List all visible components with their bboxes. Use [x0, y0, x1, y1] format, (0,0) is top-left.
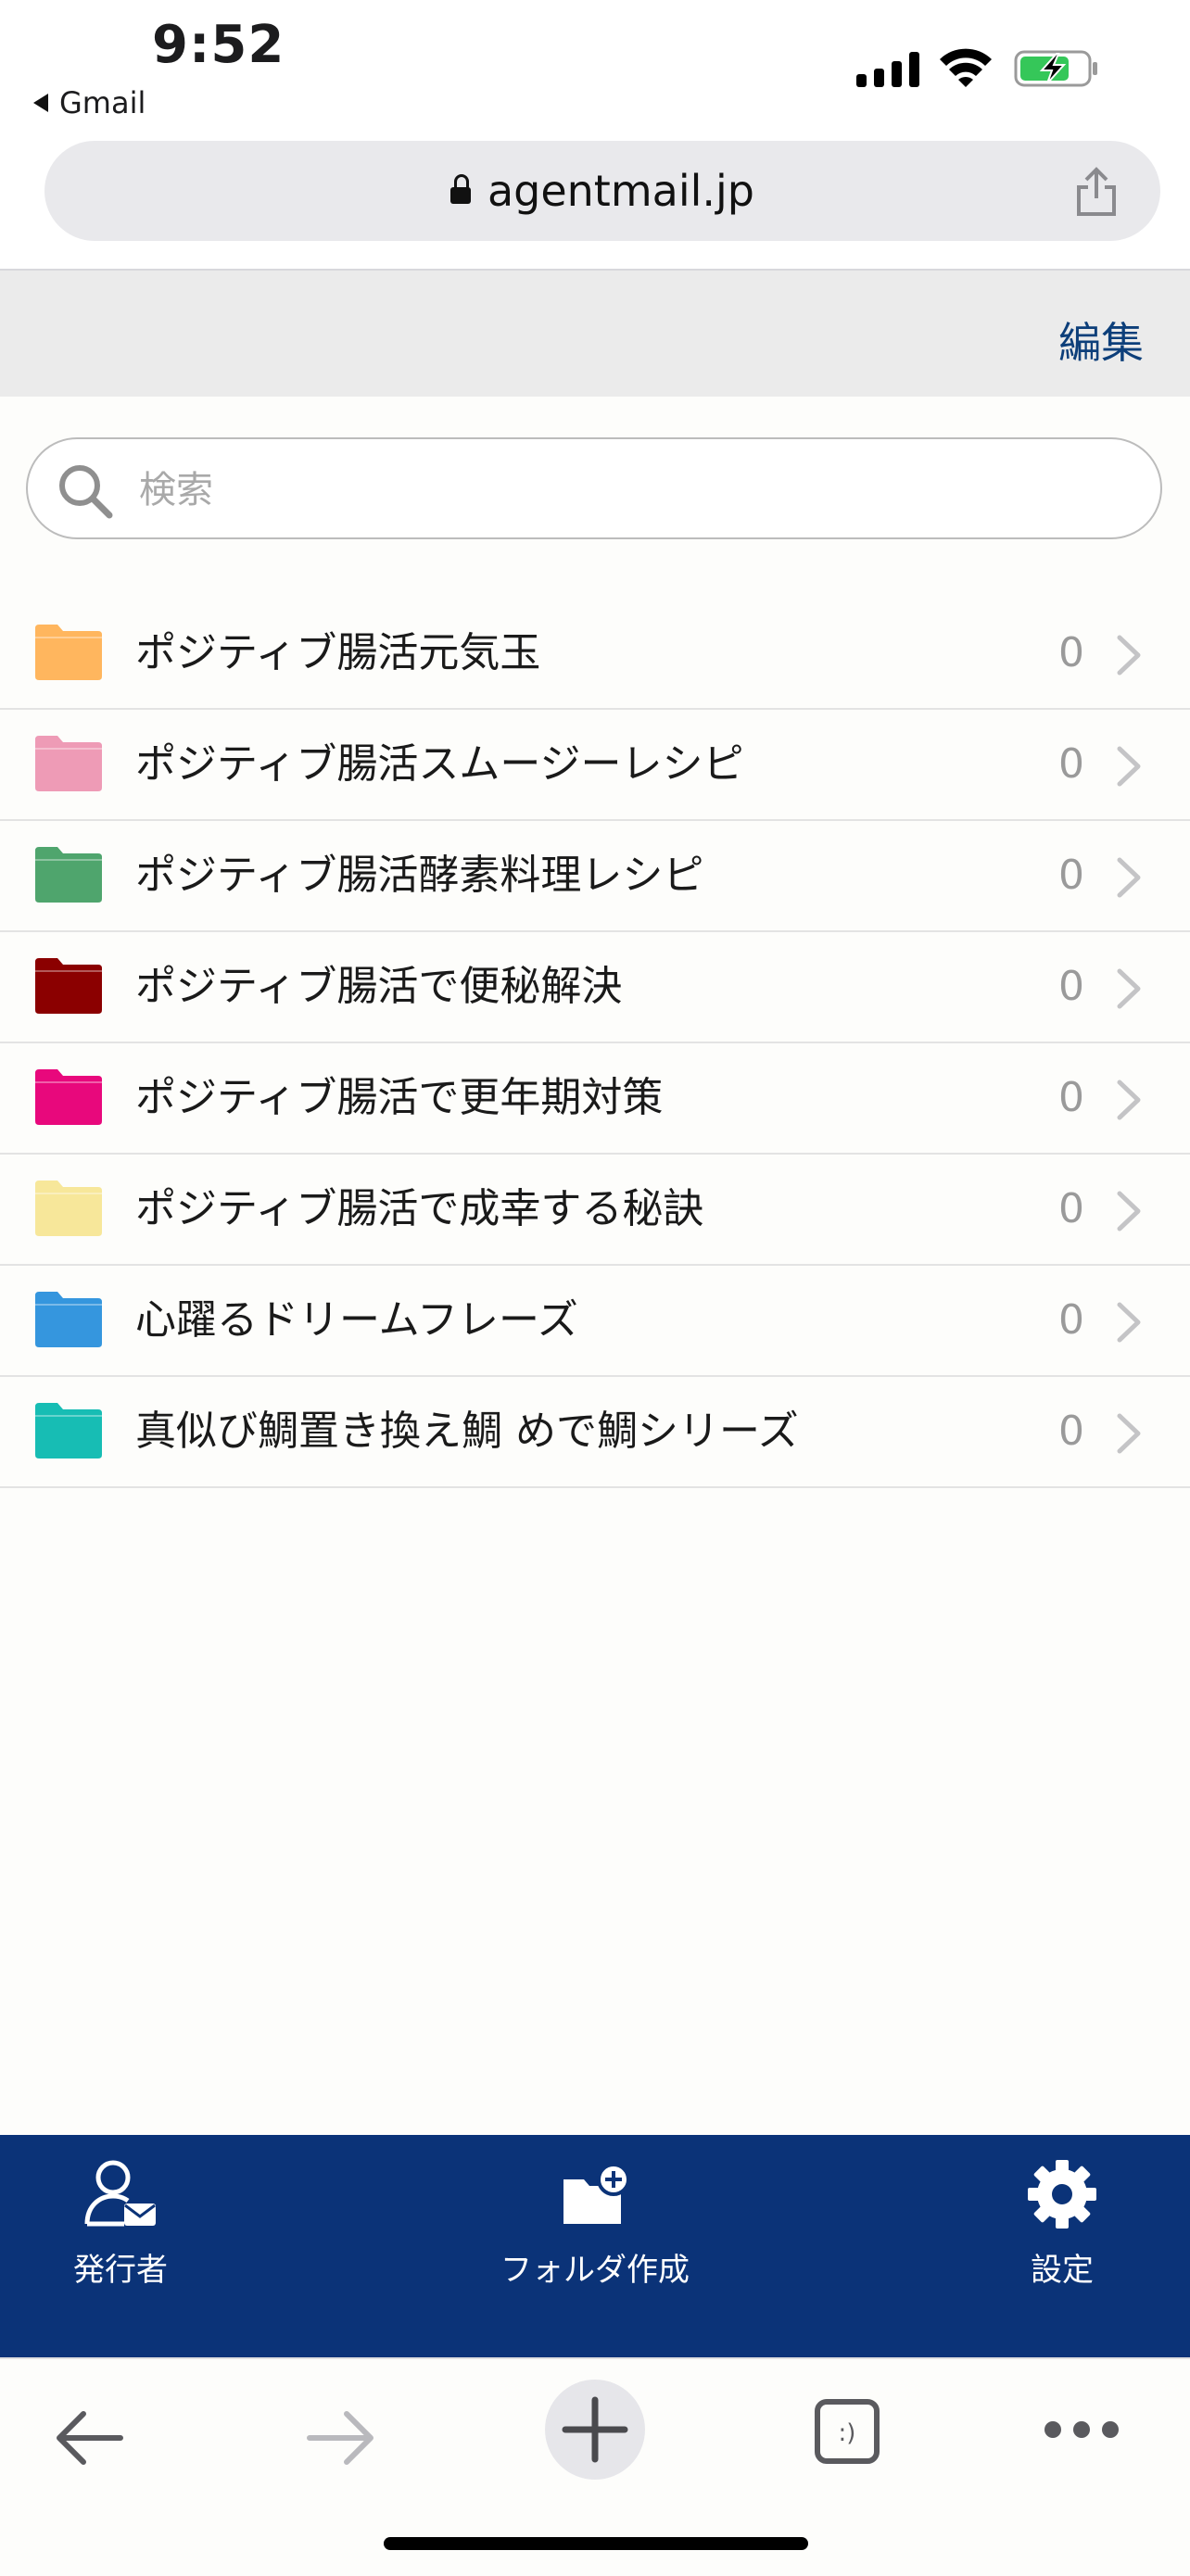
folder-row[interactable]: ポジティブ腸活酵素料理レシピ 0: [0, 821, 1190, 932]
tabs-icon[interactable]: :): [812, 2396, 882, 2467]
home-indicator: [384, 2537, 808, 2550]
back-to-app-link[interactable]: Gmail: [33, 85, 146, 120]
folder-list: ポジティブ腸活元気玉 0 ポジティブ腸活スムージーレシピ 0 ポジティブ腸活酵素料理レシ…: [0, 599, 1190, 1488]
url-text: agentmail.jp: [487, 166, 755, 216]
folder-icon: [35, 958, 102, 1014]
back-arrow-icon[interactable]: [52, 2406, 126, 2470]
folder-count: 0: [1058, 629, 1084, 676]
gear-icon: [1028, 2160, 1096, 2229]
folder-name: ポジティブ腸活で便秘解決: [135, 963, 623, 1010]
search-input[interactable]: [137, 460, 1123, 521]
folder-row[interactable]: ポジティブ腸活で更年期対策 0: [0, 1043, 1190, 1155]
address-bar[interactable]: agentmail.jp: [44, 141, 1160, 241]
folder-count: 0: [1058, 1074, 1084, 1121]
cellular-signal-icon: [856, 50, 919, 87]
status-bar: 9:52 Gmail: [0, 0, 1190, 130]
folder-row[interactable]: ポジティブ腸活元気玉 0: [0, 599, 1190, 710]
folder-add-icon: [563, 2163, 630, 2224]
folder-icon: [35, 625, 102, 680]
folder-icon: [35, 736, 102, 791]
more-menu-icon[interactable]: [1042, 2418, 1121, 2441]
folder-name: 心躍るドリームフレーズ: [135, 1296, 578, 1344]
folder-name: ポジティブ腸活元気玉: [135, 629, 541, 676]
folder-row[interactable]: ポジティブ腸活スムージーレシピ 0: [0, 710, 1190, 821]
edit-button[interactable]: 編集: [1058, 309, 1144, 371]
chevron-right-icon: [1117, 1413, 1141, 1454]
browser-address-area: agentmail.jp: [0, 130, 1190, 271]
folder-row[interactable]: ポジティブ腸活で成幸する秘訣 0: [0, 1155, 1190, 1266]
folder-row[interactable]: 心躍るドリームフレーズ 0: [0, 1266, 1190, 1377]
new-tab-plus-icon[interactable]: [543, 2378, 647, 2481]
folder-name: 真似び鯛置き換え鯛 めで鯛シリーズ: [135, 1408, 799, 1455]
folder-name: ポジティブ腸活酵素料理レシピ: [135, 852, 704, 899]
chevron-right-icon: [1117, 635, 1141, 676]
folder-count: 0: [1058, 852, 1084, 899]
back-app-label: Gmail: [59, 85, 146, 120]
folder-count: 0: [1058, 1296, 1084, 1344]
folder-name: ポジティブ腸活で更年期対策: [135, 1074, 664, 1121]
battery-charging-icon: [1014, 50, 1097, 87]
sender-button[interactable]: 発行者: [37, 2135, 204, 2357]
folder-icon: [35, 1292, 102, 1347]
chevron-right-icon: [1117, 968, 1141, 1009]
folder-count: 0: [1058, 963, 1084, 1010]
lock-icon: [449, 174, 471, 204]
status-time: 9:52: [152, 15, 285, 75]
folder-count: 0: [1058, 1185, 1084, 1232]
folder-icon: [35, 1181, 102, 1236]
wifi-icon: [940, 48, 992, 87]
bottom-toolbar: 発行者 フォルダ作成 設定: [0, 2135, 1190, 2357]
sender-label: 発行者: [73, 2252, 168, 2289]
chevron-right-icon: [1117, 1080, 1141, 1120]
header-bar: 編集: [0, 271, 1190, 397]
folder-count: 0: [1058, 740, 1084, 788]
folder-count: 0: [1058, 1408, 1084, 1455]
folder-icon: [35, 847, 102, 903]
settings-label: 設定: [1031, 2252, 1094, 2289]
chevron-right-icon: [1117, 857, 1141, 898]
search-box[interactable]: [26, 437, 1162, 539]
settings-button[interactable]: 設定: [988, 2135, 1136, 2357]
folder-icon: [35, 1069, 102, 1125]
chevron-right-icon: [1117, 1302, 1141, 1343]
forward-arrow-icon[interactable]: [304, 2406, 378, 2470]
share-icon[interactable]: [1073, 167, 1120, 217]
folder-row[interactable]: 真似び鯛置き換え鯛 めで鯛シリーズ 0: [0, 1377, 1190, 1488]
folder-icon: [35, 1403, 102, 1458]
back-triangle-icon: [33, 94, 48, 112]
create-folder-button[interactable]: フォルダ作成: [484, 2135, 706, 2357]
folder-name: ポジティブ腸活スムージーレシピ: [135, 740, 744, 788]
chevron-right-icon: [1117, 1191, 1141, 1231]
search-icon: [59, 465, 113, 519]
create-folder-label: フォルダ作成: [500, 2252, 690, 2289]
chevron-right-icon: [1117, 746, 1141, 787]
folder-row[interactable]: ポジティブ腸活で便秘解決 0: [0, 932, 1190, 1043]
svg-text::): :): [839, 2419, 856, 2447]
sender-person-mail-icon: [84, 2160, 156, 2227]
folder-name: ポジティブ腸活で成幸する秘訣: [135, 1185, 704, 1232]
